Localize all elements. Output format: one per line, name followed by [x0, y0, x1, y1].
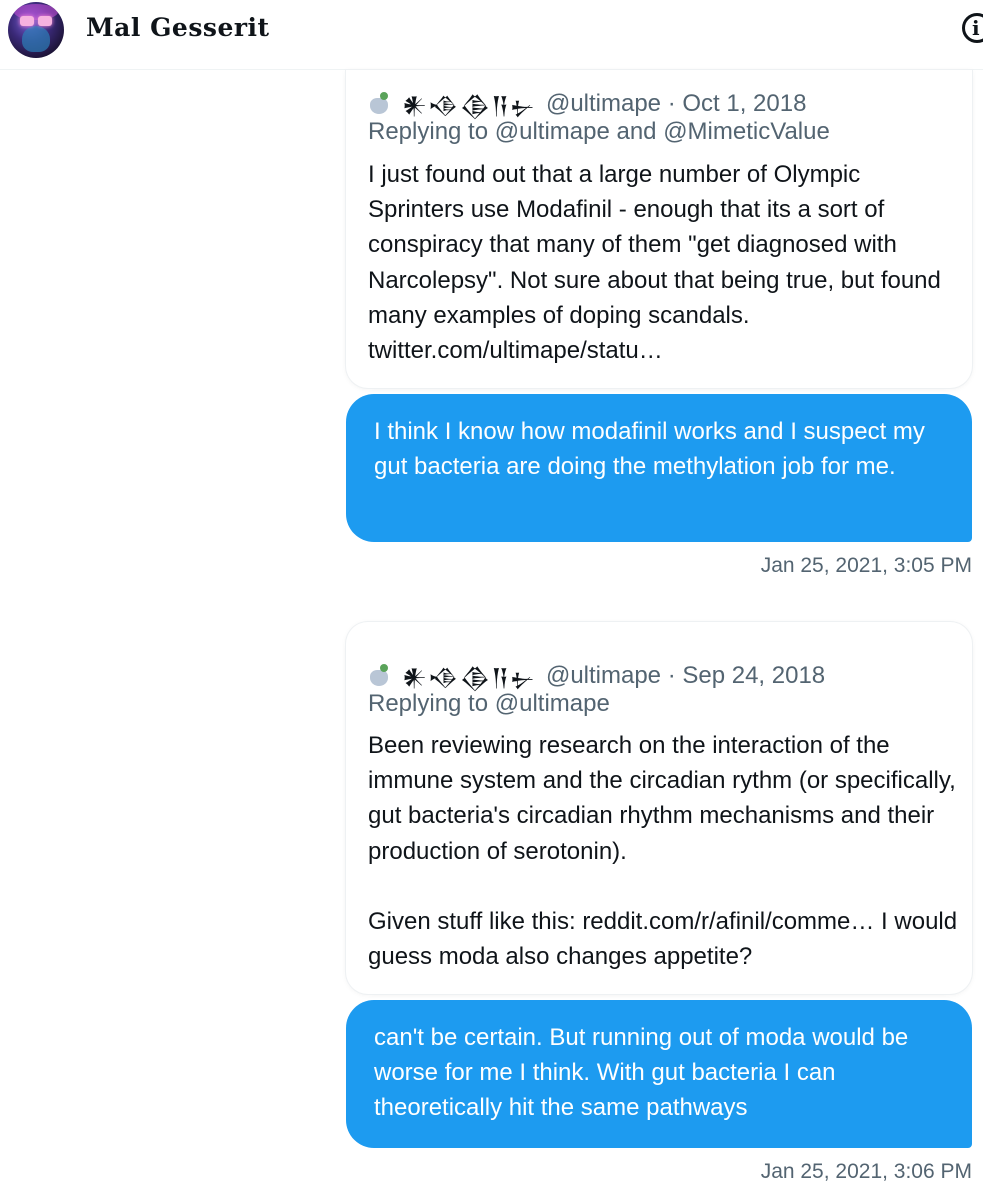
quoted-tweet-replying-to: Replying to @ultimape	[368, 690, 610, 717]
quoted-tweet-card[interactable]: 𒀭𒈾𒆠𒀀𒉡 @ultimape · Oct 1, 2018 Replying t…	[346, 70, 972, 388]
sent-message-bubble[interactable]: I think I know how modafinil works and I…	[346, 394, 972, 542]
conversation-user-name[interactable]: Mal Gesserit	[86, 13, 270, 42]
quoted-author-avatar	[368, 663, 392, 688]
conversation-header: Mal Gesserit i	[0, 0, 983, 70]
quoted-tweet-text: I just found out that a large number of …	[368, 161, 948, 365]
avatar-glasses-left	[20, 16, 34, 26]
avatar[interactable]	[8, 2, 64, 58]
quoted-tweet-text: Been reviewing research on the interacti…	[368, 732, 958, 971]
message-timestamp: Jan 25, 2021, 3:05 PM	[760, 554, 972, 577]
sent-message-bubble[interactable]: can't be certain. But running out of mod…	[346, 1000, 972, 1148]
message-timestamp: Jan 25, 2021, 3:06 PM	[760, 1160, 972, 1183]
quoted-author-handle-date: @ultimape · Oct 1, 2018	[545, 89, 807, 117]
quoted-author-handle-date: @ultimape · Sep 24, 2018	[545, 661, 826, 689]
info-icon[interactable]: i	[962, 13, 983, 43]
quoted-tweet-card[interactable]: 𒀭𒈾𒆠𒀀𒉡 @ultimape · Sep 24, 2018 Replying …	[346, 622, 972, 994]
quoted-tweet-replying-to: Replying to @ultimape and @MimeticValue	[368, 118, 830, 145]
avatar-glasses-right	[38, 16, 52, 26]
avatar-face	[22, 26, 50, 52]
quoted-author-avatar	[368, 91, 392, 116]
